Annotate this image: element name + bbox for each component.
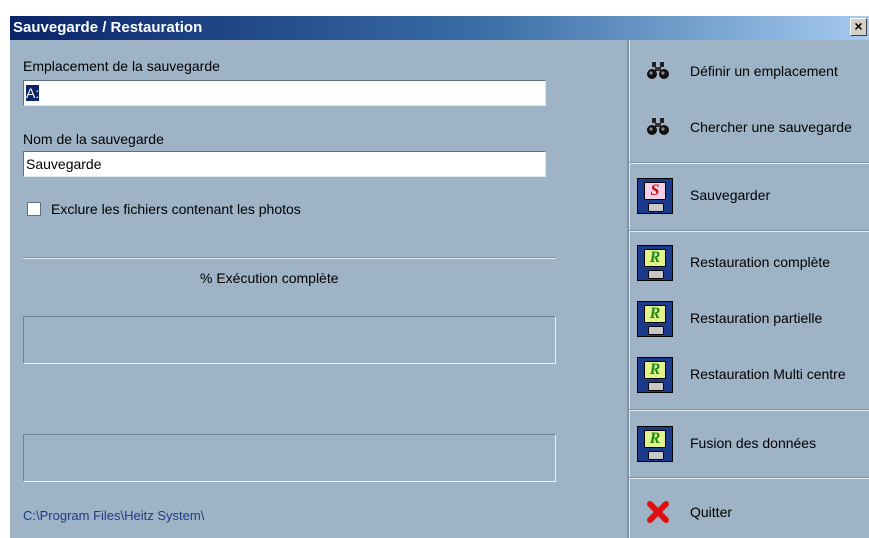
restore-disk-icon: R — [637, 357, 673, 393]
define-location-button[interactable]: Définir un emplacement — [633, 52, 869, 92]
merge-data-button[interactable]: R Fusion des données — [633, 424, 869, 464]
save-button[interactable]: S Sauvegarder — [633, 176, 869, 216]
restore-disk-letter: R — [644, 361, 666, 379]
define-location-label: Définir un emplacement — [690, 63, 838, 79]
progress-bar-1 — [23, 316, 556, 364]
dialog-body: Emplacement de la sauvegarde A: Nom de l… — [10, 40, 869, 538]
exclude-photos-label: Exclure les fichiers contenant les photo… — [51, 201, 301, 217]
disk-shutter — [648, 203, 664, 212]
save-label: Sauvegarder — [690, 187, 771, 203]
separator-line — [629, 230, 869, 232]
location-label: Emplacement de la sauvegarde — [23, 58, 220, 74]
window-title: Sauvegarde / Restauration — [13, 19, 203, 36]
binoculars-icon — [647, 118, 669, 135]
progress-bar-2 — [23, 434, 556, 482]
restore-multi-label: Restauration Multi centre — [690, 366, 846, 382]
location-input[interactable]: A: — [23, 80, 546, 106]
close-button[interactable]: × — [850, 18, 867, 36]
merge-data-label: Fusion des données — [690, 435, 817, 451]
quit-x-icon — [647, 501, 669, 523]
disk-shutter — [648, 382, 664, 391]
restore-disk-letter: R — [644, 249, 666, 267]
restore-multi-button[interactable]: R Restauration Multi centre — [633, 355, 869, 395]
restore-disk-letter: R — [644, 305, 666, 323]
separator-line — [629, 409, 869, 411]
separator-line — [629, 162, 869, 164]
save-disk-icon: S — [637, 178, 673, 214]
backup-name-input[interactable]: Sauvegarde — [23, 151, 546, 177]
restore-disk-icon: R — [637, 245, 673, 281]
backup-name-label: Nom de la sauvegarde — [23, 131, 164, 147]
disk-shutter — [648, 451, 664, 460]
exclude-photos-checkbox[interactable] — [27, 202, 41, 216]
restore-full-button[interactable]: R Restauration complète — [633, 243, 869, 283]
binoculars-icon — [647, 62, 669, 79]
restore-disk-icon: R — [637, 426, 673, 462]
separator-line — [629, 477, 869, 479]
restore-disk-icon: R — [637, 301, 673, 337]
restore-partial-button[interactable]: R Restauration partielle — [633, 299, 869, 339]
find-backup-label: Chercher une sauvegarde — [690, 119, 852, 135]
quit-button[interactable]: Quitter — [633, 493, 869, 533]
find-backup-button[interactable]: Chercher une sauvegarde — [633, 108, 869, 148]
restore-full-label: Restauration complète — [690, 254, 831, 270]
restore-disk-letter: R — [644, 430, 666, 448]
disk-shutter — [648, 270, 664, 279]
panel-divider — [627, 40, 630, 538]
separator-line — [23, 257, 556, 259]
install-path: C:\Program Files\Heitz System\ — [23, 508, 205, 523]
backup-restore-window: Sauvegarde / Restauration × Emplacement … — [0, 0, 869, 538]
location-value: A: — [26, 85, 40, 101]
disk-shutter — [648, 326, 664, 335]
title-bar[interactable]: Sauvegarde / Restauration × — [10, 16, 869, 40]
save-disk-letter: S — [644, 182, 666, 200]
progress-label: % Exécution complète — [200, 270, 339, 286]
quit-label: Quitter — [690, 504, 733, 520]
restore-partial-label: Restauration partielle — [690, 310, 823, 326]
